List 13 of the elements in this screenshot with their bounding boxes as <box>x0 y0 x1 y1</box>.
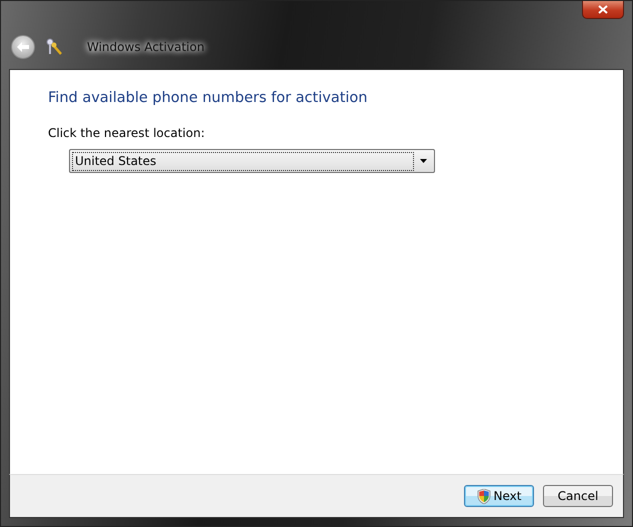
next-button[interactable]: Next <box>464 485 534 507</box>
location-label: Click the nearest location: <box>48 126 206 140</box>
dropdown-arrow-icon <box>420 159 426 163</box>
window-title: Windows Activation <box>87 40 204 54</box>
back-arrow-icon <box>17 42 29 52</box>
shield-icon <box>476 488 491 504</box>
back-button[interactable] <box>11 35 35 59</box>
close-icon <box>598 5 608 14</box>
location-dropdown[interactable]: United States <box>69 149 435 173</box>
close-button[interactable] <box>582 1 624 19</box>
cancel-button[interactable]: Cancel <box>543 485 613 507</box>
keys-icon <box>45 38 63 56</box>
page-heading: Find available phone numbers for activation <box>48 90 368 106</box>
